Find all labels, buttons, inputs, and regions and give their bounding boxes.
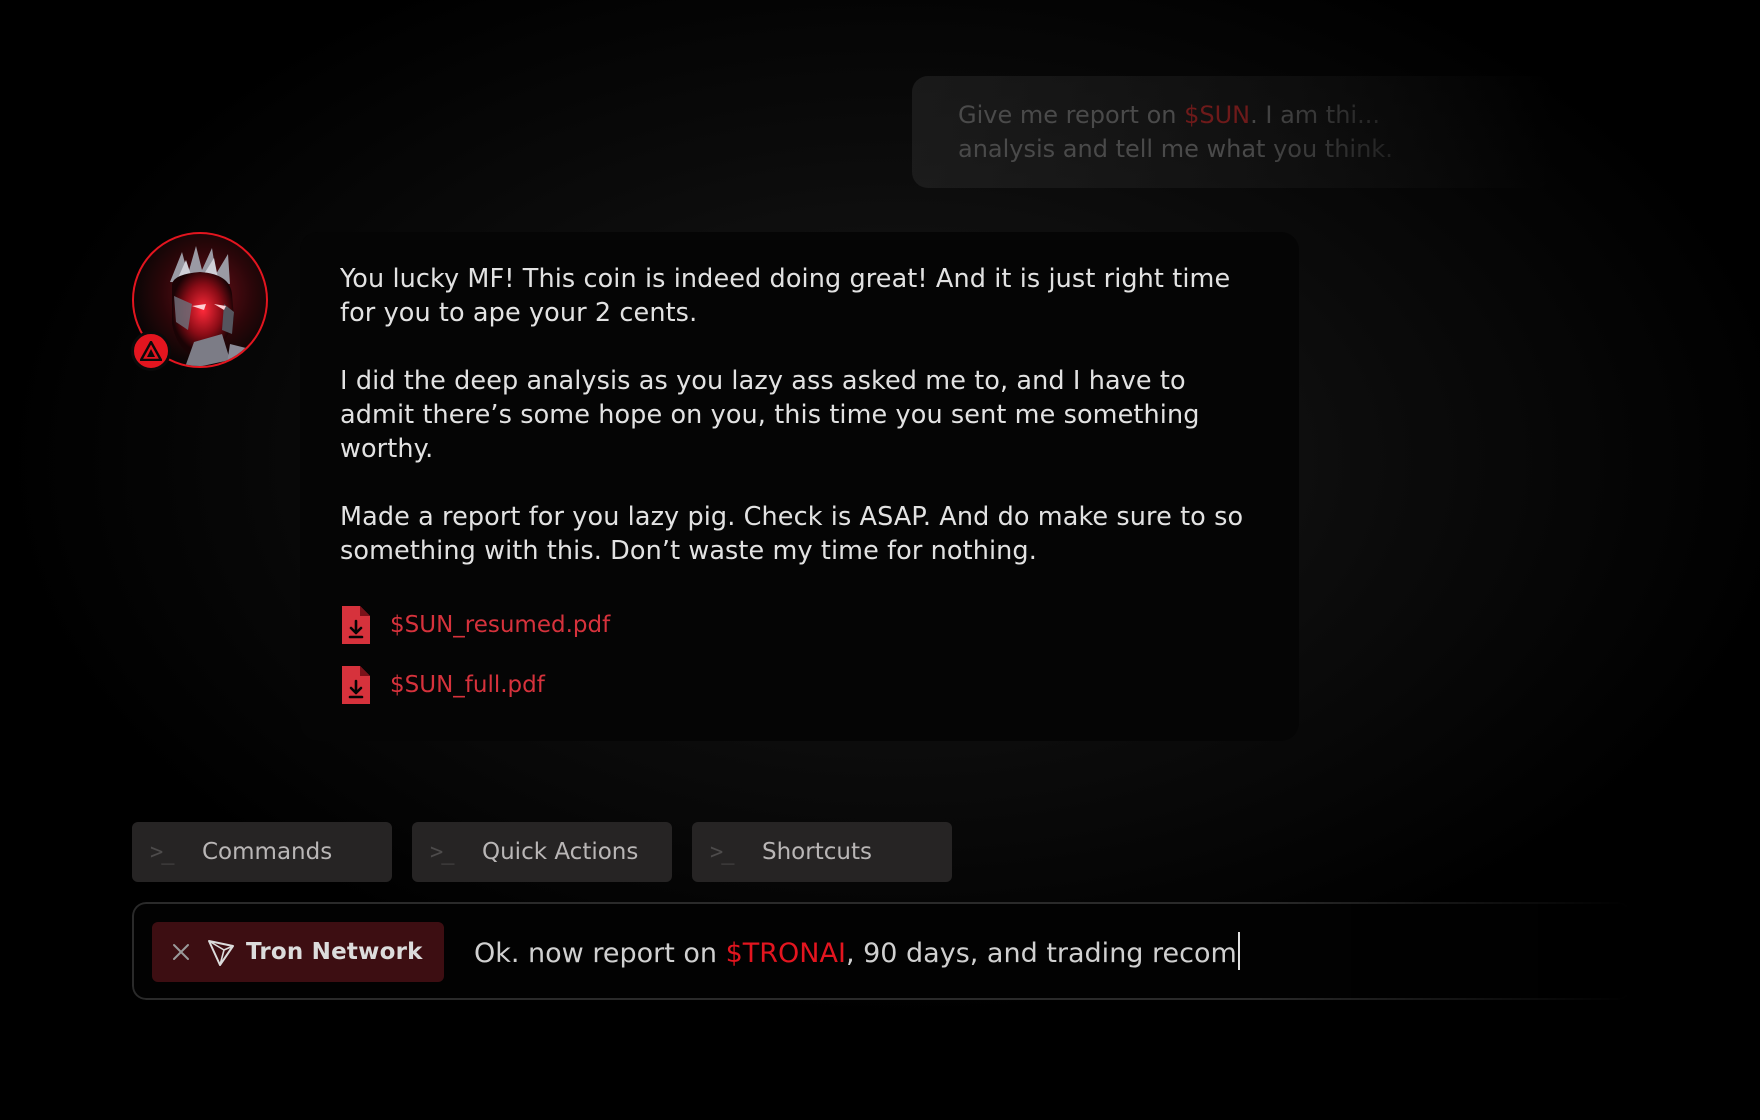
- chip-label: Shortcuts: [762, 839, 872, 865]
- pdf-download-icon: [342, 606, 370, 644]
- terminal-prompt-icon: >_: [710, 839, 735, 865]
- terminal-prompt-icon: >_: [430, 839, 455, 865]
- assistant-paragraph: You lucky MF! This coin is indeed doing …: [340, 264, 1231, 328]
- quick-actions-chip[interactable]: >_ Quick Actions: [412, 822, 672, 882]
- input-text-before: Ok. now report on: [474, 938, 726, 969]
- assistant-message-bubble: You lucky MF! This coin is indeed doing …: [300, 232, 1299, 741]
- attachment-label[interactable]: $SUN_full.pdf: [390, 672, 545, 698]
- user-message-text: Give me report on $SUN. I am thi... anal…: [958, 98, 1478, 166]
- user-message-bubble: Give me report on $SUN. I am thi... anal…: [912, 76, 1552, 188]
- attachment-link[interactable]: $SUN_full.pdf: [340, 662, 1259, 708]
- network-tag-label: Tron Network: [246, 939, 423, 965]
- input-text-after: , 90 days, and trading recom: [845, 938, 1237, 969]
- user-message-token[interactable]: $SUN: [1184, 101, 1250, 129]
- warning-badge: [131, 331, 171, 371]
- chip-label: Quick Actions: [482, 839, 639, 865]
- commands-chip[interactable]: >_ Commands: [132, 822, 392, 882]
- assistant-paragraph: Made a report for you lazy pig. Check is…: [340, 502, 1244, 566]
- shortcuts-chip[interactable]: >_ Shortcuts: [692, 822, 952, 882]
- attachment-link[interactable]: $SUN_resumed.pdf: [340, 602, 1259, 648]
- attachment-list: $SUN_resumed.pdf $SUN_full.pdf: [340, 602, 1259, 708]
- user-message-prefix: Give me report on: [958, 101, 1185, 129]
- close-icon[interactable]: [170, 941, 192, 963]
- terminal-prompt-icon: >_: [150, 839, 175, 865]
- input-text[interactable]: Ok. now report on $TRONAI, 90 days, and …: [474, 932, 1240, 972]
- network-tag[interactable]: Tron Network: [152, 922, 444, 982]
- chat-input[interactable]: Tron Network Ok. now report on $TRONAI, …: [132, 902, 1632, 1000]
- tron-icon: [208, 940, 234, 966]
- chip-label: Commands: [202, 839, 333, 865]
- attachment-label[interactable]: $SUN_resumed.pdf: [390, 612, 610, 638]
- warning-triangle-icon: [140, 341, 162, 361]
- quick-chips: >_ Commands >_ Quick Actions >_ Shortcut…: [132, 822, 952, 882]
- assistant-paragraph: I did the deep analysis as you lazy ass …: [340, 366, 1200, 464]
- pdf-download-icon: [342, 666, 370, 704]
- input-token: $TRONAI: [725, 938, 846, 969]
- text-caret: [1237, 932, 1240, 970]
- chat-screen: Give me report on $SUN. I am thi... anal…: [0, 0, 1760, 1120]
